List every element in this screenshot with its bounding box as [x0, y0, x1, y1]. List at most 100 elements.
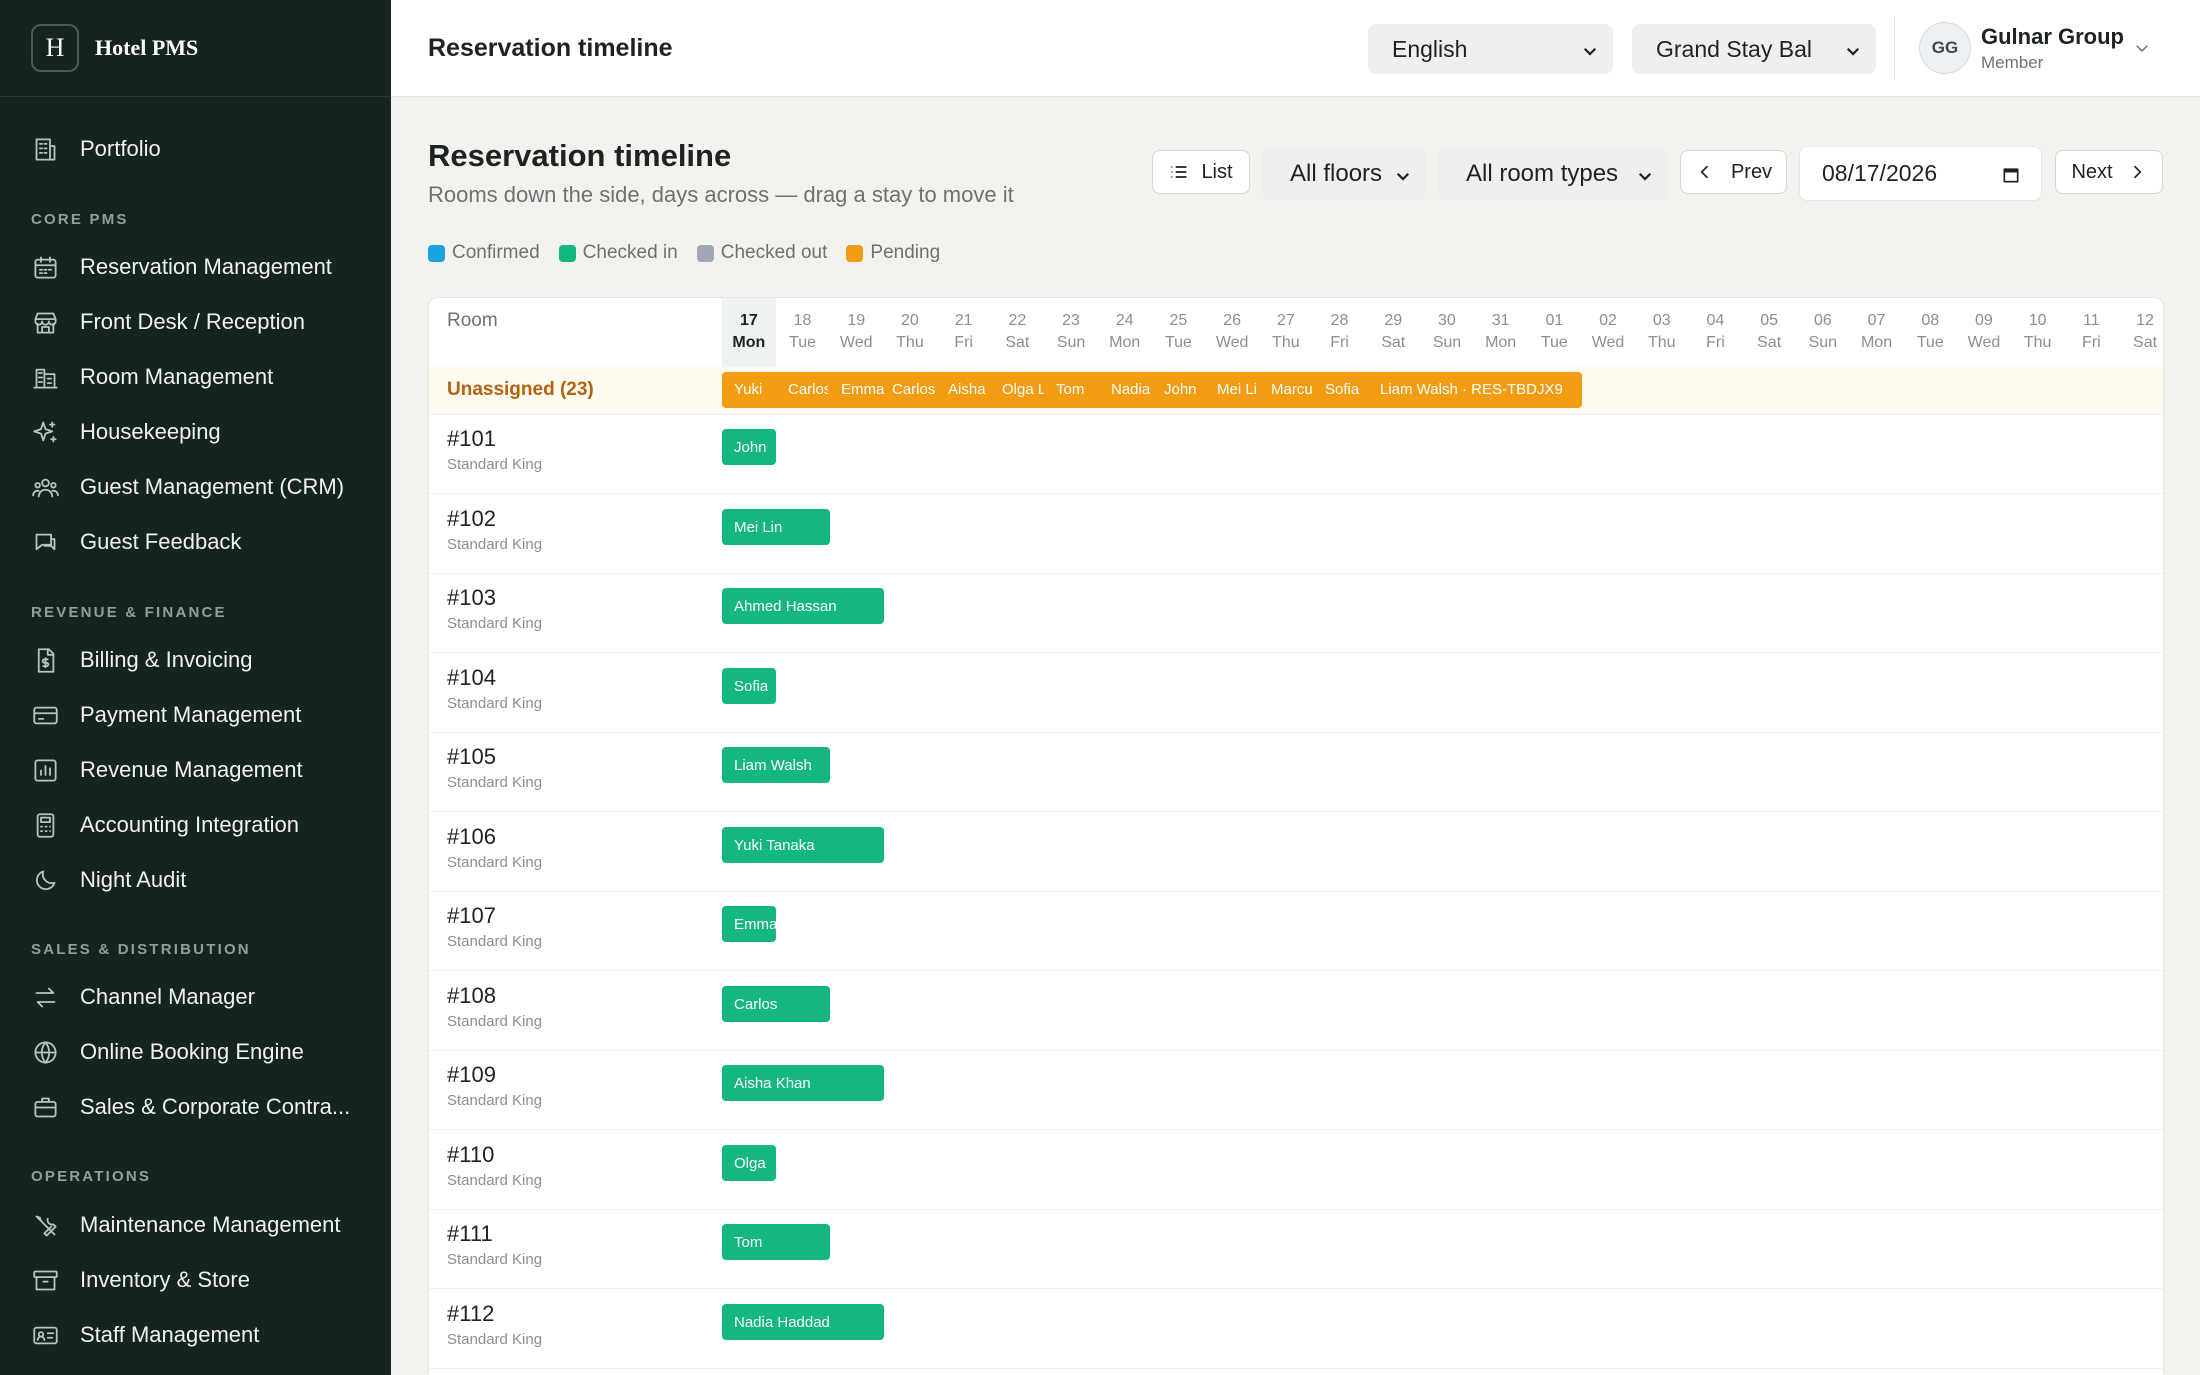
status-legend: Confirmed Checked in Checked out Pending — [428, 242, 959, 264]
sidebar-item-label: Revenue Management — [80, 757, 303, 782]
language-select[interactable]: English — [1368, 24, 1613, 74]
day-weekday: Mon — [1109, 334, 1141, 351]
sidebar-item-label: Online Booking Engine — [80, 1039, 304, 1064]
unassigned-reservation[interactable]: Aisha — [948, 381, 992, 398]
unassigned-reservation[interactable]: John — [1164, 381, 1204, 398]
unassigned-reservation[interactable]: Marcus — [1271, 381, 1313, 398]
reservation-bar[interactable]: Mei Lin — [722, 508, 830, 545]
list-view-button[interactable]: List — [1152, 150, 1250, 194]
room-row: #101 Standard King John — [429, 415, 2163, 494]
day-number: 06 — [1813, 312, 1832, 329]
chevron-down-icon[interactable] — [2133, 39, 2151, 57]
brand[interactable]: H Hotel PMS — [0, 0, 391, 97]
unassigned-reservation[interactable]: Olga L — [1002, 381, 1044, 398]
room-type: Standard King — [447, 1171, 543, 1189]
user-name[interactable]: Gulnar Group — [1981, 24, 2124, 50]
sidebar-item-revenue[interactable]: Revenue Management — [31, 750, 303, 790]
legend-label: Pending — [870, 242, 941, 263]
sidebar-item-accounting[interactable]: Accounting Integration — [31, 805, 299, 845]
room-row: #107 Standard King Emma — [429, 892, 2163, 971]
legend-swatch — [846, 244, 864, 262]
day-weekday: Mon — [1860, 334, 1893, 351]
unassigned-reservation[interactable]: Mei Li — [1217, 381, 1259, 398]
unassigned-reservation[interactable]: Carlos — [788, 381, 828, 398]
unassigned-reservations-bar[interactable]: Yuki Carlos Emma Carlos Aisha Olga L Tom Nadia J… — [722, 372, 1582, 408]
reservation-bar[interactable]: Carlos — [722, 985, 830, 1022]
day-number: 10 — [2028, 312, 2047, 329]
sidebar-item-portfolio[interactable]: Portfolio — [31, 129, 161, 169]
legend-label: Checked in — [582, 242, 678, 263]
room-type: Standard King — [447, 535, 543, 553]
date-input[interactable]: 08/17/2026 — [1799, 146, 2042, 201]
sidebar-item-booking[interactable]: Online Booking Engine — [31, 1032, 304, 1072]
sidebar-item-feedback[interactable]: Guest Feedback — [31, 522, 241, 562]
sidebar-item-label: Inventory & Store — [80, 1267, 250, 1292]
unassigned-reservation[interactable]: Carlos — [892, 381, 936, 398]
legend-item: Confirmed — [428, 242, 540, 264]
day-header: 07 Mon — [1850, 298, 1904, 367]
day-weekday: Sun — [1056, 334, 1086, 351]
sidebar-item-room[interactable]: Room Management — [31, 357, 273, 397]
unassigned-reservation[interactable]: Nadia — [1111, 381, 1155, 398]
room-type-filter-select[interactable]: All room types — [1438, 148, 1668, 200]
sidebar-item-crm[interactable]: Guest Management (CRM) — [31, 467, 344, 507]
sidebar-item-housekeeping[interactable]: Housekeeping — [31, 412, 221, 452]
day-weekday: Tue — [1540, 334, 1568, 351]
reservation-bar[interactable]: Nadia Haddad — [722, 1303, 884, 1340]
divider — [1894, 16, 1895, 81]
day-number: 29 — [1384, 312, 1403, 329]
sidebar-item-payment[interactable]: Payment Management — [31, 695, 301, 735]
reservation-bar[interactable]: Olga — [722, 1144, 777, 1181]
sidebar-item-inventory[interactable]: Inventory & Store — [31, 1260, 250, 1300]
sidebar-item-sales[interactable]: Sales & Corporate Contra... — [31, 1087, 350, 1127]
calendar-icon — [31, 253, 59, 281]
day-number: 18 — [793, 312, 812, 329]
property-select[interactable]: Grand Stay Bal — [1632, 24, 1876, 74]
next-button[interactable]: Next — [2055, 150, 2163, 194]
day-weekday: Sun — [1432, 334, 1462, 351]
day-header: 21 Fri — [937, 298, 991, 367]
legend-item: Checked out — [696, 242, 827, 264]
reservation-bar[interactable]: Ahmed Hassan — [722, 588, 884, 624]
reservation-bar[interactable]: Emma — [722, 906, 777, 942]
reservation-timeline-grid: Room 17 Mon 18 Tue 19 Wed 20 Thu 21 Fri 22 Sat 23 Sun… — [428, 297, 2164, 1375]
reservation-bar[interactable]: Yuki Tanaka — [722, 826, 884, 863]
reservation-bar[interactable]: John — [722, 429, 777, 465]
day-number: 25 — [1169, 312, 1188, 329]
credit-card-icon — [31, 701, 59, 729]
day-number: 23 — [1062, 312, 1080, 329]
floor-filter-select[interactable]: All floors — [1262, 148, 1426, 200]
unassigned-reservation[interactable]: Tom — [1056, 381, 1100, 398]
reservation-bar[interactable]: Tom — [722, 1224, 830, 1260]
reservation-bar[interactable]: Liam Walsh — [722, 747, 830, 783]
sidebar-item-frontdesk[interactable]: Front Desk / Reception — [31, 302, 305, 342]
id-card-icon — [31, 1321, 59, 1349]
calendar-icon[interactable] — [2001, 164, 2021, 184]
building-icon — [31, 135, 59, 163]
sidebar-item-channel[interactable]: Channel Manager — [31, 977, 255, 1017]
reservation-bar[interactable]: Sofia — [722, 667, 777, 704]
unassigned-reservation[interactable]: Emma — [841, 381, 885, 398]
reservation-bar[interactable]: Aisha Khan — [722, 1065, 884, 1101]
chevron-down-icon — [1581, 39, 1599, 57]
day-weekday: Wed — [1591, 334, 1625, 351]
room-type-filter-value: All room types — [1466, 160, 1619, 187]
legend-item: Checked in — [558, 242, 678, 264]
prev-button[interactable]: Prev — [1680, 150, 1787, 194]
sidebar-item-reservation[interactable]: Reservation Management — [31, 247, 332, 287]
day-number: 05 — [1760, 312, 1779, 329]
day-number: 26 — [1223, 312, 1242, 329]
day-weekday: Sat — [2133, 334, 2158, 351]
sidebar-item-label: Room Management — [80, 364, 274, 389]
unassigned-reservation[interactable]: Yuki — [734, 381, 778, 398]
unassigned-reservation[interactable]: Liam Walsh · RES-TBDJX9 — [1380, 381, 1575, 398]
chevron-down-icon — [1394, 164, 1412, 182]
sidebar-item-maintenance[interactable]: Maintenance Management — [31, 1205, 341, 1245]
room-number: #101 — [447, 426, 496, 451]
sidebar-item-nightaudit[interactable]: Night Audit — [31, 860, 186, 900]
sidebar-item-staff[interactable]: Staff Management — [31, 1315, 259, 1355]
unassigned-reservation[interactable]: Sofia — [1325, 381, 1369, 398]
avatar[interactable]: GG — [1919, 22, 1971, 74]
sidebar-item-billing[interactable]: Billing & Invoicing — [31, 640, 252, 680]
day-header: 24 Mon — [1098, 298, 1152, 367]
